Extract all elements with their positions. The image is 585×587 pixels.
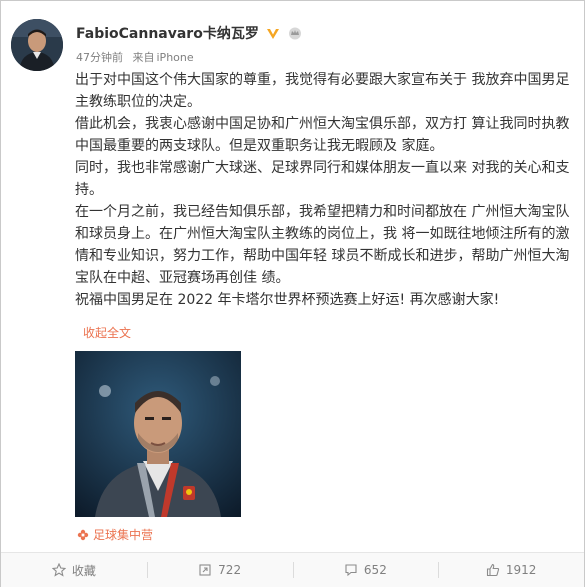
favorite-button[interactable]: 收藏 xyxy=(1,553,147,587)
post-paragraph-4: 在一个月之前，我已经告知俱乐部，我希望把精力和时间都放在 广州恒大淘宝队和球员身… xyxy=(75,204,570,286)
post-body: 出于对中国这个伟大国家的尊重，我觉得有必要跟大家宣布关于 我放弃中国男足主教练职… xyxy=(75,69,575,311)
collapse-text-link[interactable]: 收起全文 xyxy=(83,324,131,341)
media-source-label: 足球集中营 xyxy=(93,528,154,542)
like-button[interactable]: 1912 xyxy=(438,553,584,587)
star-icon xyxy=(51,562,67,577)
coach-photo-image xyxy=(75,351,241,517)
user-name-row: FabioCannavaro卡纳瓦罗 xyxy=(76,23,303,43)
vip-crown-icon[interactable] xyxy=(287,26,303,40)
favorite-label: 收藏 xyxy=(71,563,96,578)
post-time[interactable]: 47分钟前 xyxy=(76,51,123,64)
device-name: iPhone xyxy=(156,51,194,64)
repost-button[interactable]: 722 xyxy=(146,553,293,587)
avatar-image xyxy=(11,19,63,71)
media-source[interactable]: 足球集中营 xyxy=(77,526,153,543)
weibo-post-card: FabioCannavaro卡纳瓦罗 47分钟前 来自 iPhone 出于对中国这… xyxy=(0,0,585,587)
like-count: 1912 xyxy=(505,563,537,577)
source-prefix: 来自 xyxy=(132,51,155,64)
post-paragraph-1: 出于对中国这个伟大国家的尊重，我觉得有必要跟大家宣布关于 我放弃中国男足主教练职… xyxy=(75,72,570,110)
post-paragraph-3: 同时，我也非常感谢广大球迷、足球界同行和媒体朋友一直以来 对我的关心和支持。 xyxy=(75,160,570,198)
post-meta: 47分钟前 来自 iPhone xyxy=(76,49,200,65)
user-name[interactable]: FabioCannavaro卡纳瓦罗 xyxy=(76,23,259,43)
post-paragraph-2: 借此机会，我衷心感谢中国足协和广州恒大淘宝俱乐部，双方打 算让我同时执教中国最重… xyxy=(75,116,570,154)
comment-icon xyxy=(344,563,358,577)
action-bar: 收藏 722 652 1912 xyxy=(1,552,584,587)
comment-button[interactable]: 652 xyxy=(292,553,439,587)
thumbs-up-icon xyxy=(486,563,500,577)
verified-badge-icon xyxy=(265,26,281,40)
comment-count: 652 xyxy=(363,563,387,577)
repost-icon xyxy=(198,563,212,577)
avatar[interactable] xyxy=(11,19,63,71)
post-photo[interactable] xyxy=(75,351,241,517)
flower-icon xyxy=(77,529,89,541)
post-paragraph-5: 祝福中国男足在 2022 年卡塔尔世界杯预选赛上好运! 再次感谢大家! xyxy=(75,292,500,308)
repost-count: 722 xyxy=(218,563,242,577)
